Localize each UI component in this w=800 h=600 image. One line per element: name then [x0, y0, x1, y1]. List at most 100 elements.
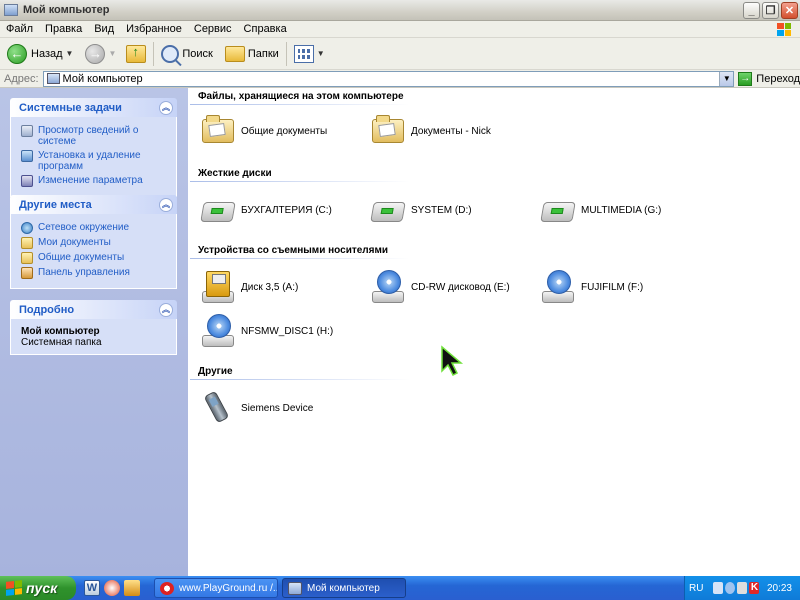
mobile-phone-icon — [200, 390, 236, 426]
item-drive-a[interactable]: Диск 3,5 (A:) — [200, 269, 298, 305]
collapse-chevron-icon[interactable]: ︽ — [159, 302, 173, 317]
app-icon[interactable] — [124, 580, 140, 596]
panel-title: Подробно — [19, 303, 75, 316]
windows-logo-icon — [772, 21, 796, 38]
address-input[interactable]: Мой компьютер ▼ — [42, 70, 735, 87]
task-button-label: Мой компьютер — [307, 582, 380, 594]
system-tasks-body: Просмотр сведений о системе Установка и … — [10, 117, 177, 197]
system-tasks-header[interactable]: Системные задачи ︽ — [10, 98, 177, 117]
word-icon[interactable]: W — [84, 580, 100, 596]
task-change-setting[interactable]: Изменение параметра — [21, 175, 170, 187]
taskbar: пуск W www.PlayGround.ru /... Мой компью… — [0, 576, 800, 600]
volume-icon[interactable] — [737, 582, 748, 594]
add-remove-icon — [21, 150, 33, 162]
up-folder-icon — [126, 44, 147, 63]
collapse-chevron-icon[interactable]: ︽ — [159, 100, 173, 115]
place-control-panel[interactable]: Панель управления — [21, 267, 170, 279]
task-button-label: www.PlayGround.ru /... — [179, 582, 278, 594]
views-button[interactable]: ▼ — [291, 41, 328, 67]
item-drive-e[interactable]: CD-RW дисковод (E:) — [370, 269, 510, 305]
place-network[interactable]: Сетевое окружение — [21, 222, 170, 234]
folders-icon — [224, 45, 245, 62]
menu-tools[interactable]: Сервис — [188, 23, 238, 35]
folders-button[interactable]: Папки — [222, 41, 282, 67]
item-drive-d[interactable]: SYSTEM (D:) — [370, 192, 472, 228]
address-dropdown-button[interactable]: ▼ — [719, 71, 734, 86]
panel-title: Другие места — [19, 198, 92, 211]
task-button-my-computer[interactable]: Мой компьютер — [282, 578, 406, 598]
task-label: Установка и удаление программ — [38, 150, 141, 172]
item-label: Диск 3,5 (A:) — [241, 281, 299, 293]
my-computer-icon — [288, 581, 302, 595]
item-label: CD-RW дисковод (E:) — [411, 281, 510, 293]
menu-edit[interactable]: Правка — [39, 23, 88, 35]
item-label: MULTIMEDIA (G:) — [581, 204, 662, 216]
menu-file[interactable]: Файл — [0, 23, 39, 35]
show-hidden-icons-button[interactable] — [725, 582, 736, 594]
place-label: Сетевое окружение — [38, 222, 130, 233]
forward-button[interactable]: → ▼ — [82, 41, 119, 67]
place-my-documents[interactable]: Мои документы — [21, 237, 170, 249]
cd-drive-icon — [200, 313, 236, 349]
safely-remove-icon[interactable] — [713, 582, 724, 594]
menu-favorites[interactable]: Избранное — [120, 23, 188, 35]
back-label: Назад — [31, 47, 63, 60]
folder-icon — [21, 237, 33, 249]
item-drive-g[interactable]: MULTIMEDIA (G:) — [540, 192, 661, 228]
task-pane: Системные задачи ︽ Просмотр сведений о с… — [0, 88, 188, 576]
antivirus-icon[interactable]: K — [749, 582, 760, 594]
hard-drive-icon — [370, 192, 406, 228]
chevron-down-icon: ▼ — [65, 49, 74, 58]
details-header[interactable]: Подробно ︽ — [10, 300, 177, 319]
start-label: пуск — [26, 580, 58, 596]
collapse-chevron-icon[interactable]: ︽ — [159, 197, 173, 212]
place-label: Панель управления — [38, 267, 130, 278]
menu-view[interactable]: Вид — [88, 23, 120, 35]
chevron-down-icon: ▼ — [316, 49, 325, 58]
search-button[interactable]: Поиск — [158, 41, 215, 67]
start-button[interactable]: пуск — [0, 576, 76, 600]
up-folder-button[interactable] — [123, 41, 149, 67]
item-shared-documents[interactable]: Общие документы — [200, 113, 327, 149]
content-area: Файлы, хранящиеся на этом компьютере Общ… — [188, 88, 800, 576]
item-documents-nick[interactable]: Документы - Nick — [370, 113, 491, 149]
close-button[interactable]: ✕ — [781, 2, 798, 19]
back-button[interactable]: ← Назад ▼ — [4, 41, 76, 67]
item-drive-c[interactable]: БУХГАЛТЕРИЯ (C:) — [200, 192, 332, 228]
group-header-hard-drives: Жесткие диски — [198, 168, 272, 179]
task-view-system-info[interactable]: Просмотр сведений о системе — [21, 125, 170, 147]
other-places-header[interactable]: Другие места ︽ — [10, 195, 177, 214]
browser-icon[interactable] — [104, 580, 120, 596]
task-button-browser[interactable]: www.PlayGround.ru /... — [154, 578, 278, 598]
minimize-button[interactable]: _ — [743, 2, 760, 19]
menu-help[interactable]: Справка — [238, 23, 293, 35]
place-shared-documents[interactable]: Общие документы — [21, 252, 170, 264]
panel-title: Системные задачи — [19, 101, 122, 114]
group-divider — [190, 258, 410, 259]
clock: 20:23 — [766, 582, 792, 594]
details-name: Мой компьютер — [21, 326, 100, 337]
views-icon — [293, 44, 314, 63]
item-drive-f[interactable]: FUJIFILM (F:) — [540, 269, 643, 305]
cd-drive-icon — [540, 269, 576, 305]
my-computer-icon — [4, 4, 18, 16]
window-controls: _ ❐ ✕ — [743, 2, 798, 19]
group-divider — [190, 379, 410, 380]
task-label: Просмотр сведений о системе — [38, 125, 139, 147]
task-add-remove-programs[interactable]: Установка и удаление программ — [21, 150, 170, 172]
address-value: Мой компьютер — [62, 72, 143, 85]
toolbar-separator — [285, 41, 287, 66]
other-places-body: Сетевое окружение Мои документы Общие до… — [10, 214, 177, 289]
settings-icon — [21, 175, 33, 187]
maximize-button[interactable]: ❐ — [762, 2, 779, 19]
address-bar: Адрес: Мой компьютер ▼ → Переход — [0, 70, 800, 88]
group-divider — [190, 104, 410, 105]
go-button[interactable]: → Переход — [738, 71, 800, 86]
item-siemens-device[interactable]: Siemens Device — [200, 390, 313, 426]
item-label: SYSTEM (D:) — [411, 204, 472, 216]
item-drive-h[interactable]: NFSMW_DISC1 (H:) — [200, 313, 333, 349]
language-indicator[interactable]: RU — [689, 583, 703, 594]
system-tasks-panel: Системные задачи ︽ Просмотр сведений о с… — [10, 98, 177, 197]
taskbar-tasks: www.PlayGround.ru /... Мой компьютер — [154, 578, 406, 598]
my-computer-icon — [46, 73, 60, 84]
